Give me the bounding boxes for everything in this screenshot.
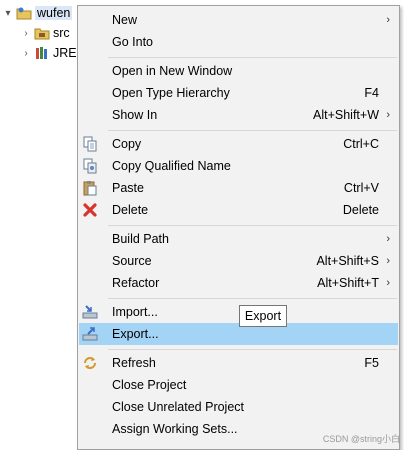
shortcut-label: F4 <box>364 86 379 100</box>
java-project-icon <box>16 5 32 21</box>
source-folder-icon <box>34 25 50 41</box>
menu-item-label: Source <box>112 254 152 268</box>
project-label[interactable]: wufen <box>35 6 73 20</box>
export-tooltip: Export <box>239 305 287 327</box>
menu-item-label: Export... <box>112 327 159 341</box>
menu-item-label: Open Type Hierarchy <box>112 86 230 100</box>
menu-item-close-unrelated-project[interactable]: Close Unrelated Project <box>79 396 398 418</box>
paste-icon <box>82 180 98 196</box>
tree-item-src[interactable]: › src <box>20 23 70 43</box>
menu-item-source[interactable]: Source Alt+Shift+S › <box>79 250 398 272</box>
watermark-text: CSDN @string小白 <box>322 434 400 444</box>
menu-item-label: Copy Qualified Name <box>112 159 231 173</box>
menu-item-copy[interactable]: Copy Ctrl+C <box>79 133 398 155</box>
context-menu: New › Go Into Open in New Window Open Ty… <box>77 5 400 450</box>
menu-item-close-project[interactable]: Close Project <box>79 374 398 396</box>
jre-label[interactable]: JRE <box>53 46 77 60</box>
chevron-right-icon[interactable]: › <box>20 48 32 59</box>
copy-qualified-name-icon <box>82 158 98 174</box>
copy-icon <box>82 136 98 152</box>
submenu-arrow-icon: › <box>386 277 390 289</box>
chevron-right-icon[interactable]: › <box>20 28 32 39</box>
shortcut-label: Ctrl+C <box>343 137 379 151</box>
menu-item-label: Open in New Window <box>112 64 233 78</box>
menu-item-open-type-hierarchy[interactable]: Open Type Hierarchy F4 <box>79 82 398 104</box>
menu-item-refresh[interactable]: Refresh F5 <box>79 352 398 374</box>
shortcut-label: Alt+Shift+T <box>317 276 379 290</box>
refresh-icon <box>82 355 98 371</box>
export-icon <box>82 326 98 342</box>
menu-item-label: Build Path <box>112 232 169 246</box>
submenu-arrow-icon: › <box>386 255 390 267</box>
tree-item-jre[interactable]: › JRE <box>20 43 77 63</box>
tree-item-project[interactable]: ▾ wufen <box>2 3 73 23</box>
menu-item-label: Paste <box>112 181 144 195</box>
menu-separator <box>108 130 397 131</box>
shortcut-label: Alt+Shift+S <box>316 254 379 268</box>
shortcut-label: Delete <box>342 203 379 217</box>
library-icon <box>34 45 50 61</box>
menu-item-label: Close Project <box>112 378 187 392</box>
menu-item-label: Close Unrelated Project <box>112 400 245 414</box>
menu-item-build-path[interactable]: Build Path › <box>79 228 398 250</box>
menu-separator <box>108 225 397 226</box>
menu-item-new[interactable]: New › <box>79 9 398 31</box>
delete-icon <box>82 202 98 218</box>
shortcut-label: Ctrl+V <box>343 181 379 195</box>
import-icon <box>82 304 98 320</box>
menu-item-label: Delete <box>112 203 149 217</box>
menu-item-label: Copy <box>112 137 142 151</box>
menu-item-refactor[interactable]: Refactor Alt+Shift+T › <box>79 272 398 294</box>
menu-item-label: New <box>112 13 138 27</box>
menu-item-open-new-window[interactable]: Open in New Window <box>79 60 398 82</box>
shortcut-label: F5 <box>364 356 379 370</box>
src-label[interactable]: src <box>53 26 70 40</box>
menu-item-delete[interactable]: Delete Delete <box>79 199 398 221</box>
shortcut-label: Alt+Shift+W <box>313 108 379 122</box>
submenu-arrow-icon: › <box>386 109 390 121</box>
menu-separator <box>108 298 397 299</box>
menu-item-show-in[interactable]: Show In Alt+Shift+W › <box>79 104 398 126</box>
menu-item-label: Refresh <box>112 356 156 370</box>
menu-separator <box>108 57 397 58</box>
menu-item-label: Refactor <box>112 276 160 290</box>
menu-item-label: Show In <box>112 108 158 122</box>
menu-item-copy-qualified-name[interactable]: Copy Qualified Name <box>79 155 398 177</box>
menu-item-paste[interactable]: Paste Ctrl+V <box>79 177 398 199</box>
menu-item-label: Assign Working Sets... <box>112 422 238 436</box>
submenu-arrow-icon: › <box>386 14 390 26</box>
chevron-down-icon[interactable]: ▾ <box>2 8 14 19</box>
menu-item-go-into[interactable]: Go Into <box>79 31 398 53</box>
menu-separator <box>108 349 397 350</box>
menu-item-label: Import... <box>112 305 158 319</box>
submenu-arrow-icon: › <box>386 233 390 245</box>
menu-item-label: Go Into <box>112 35 153 49</box>
